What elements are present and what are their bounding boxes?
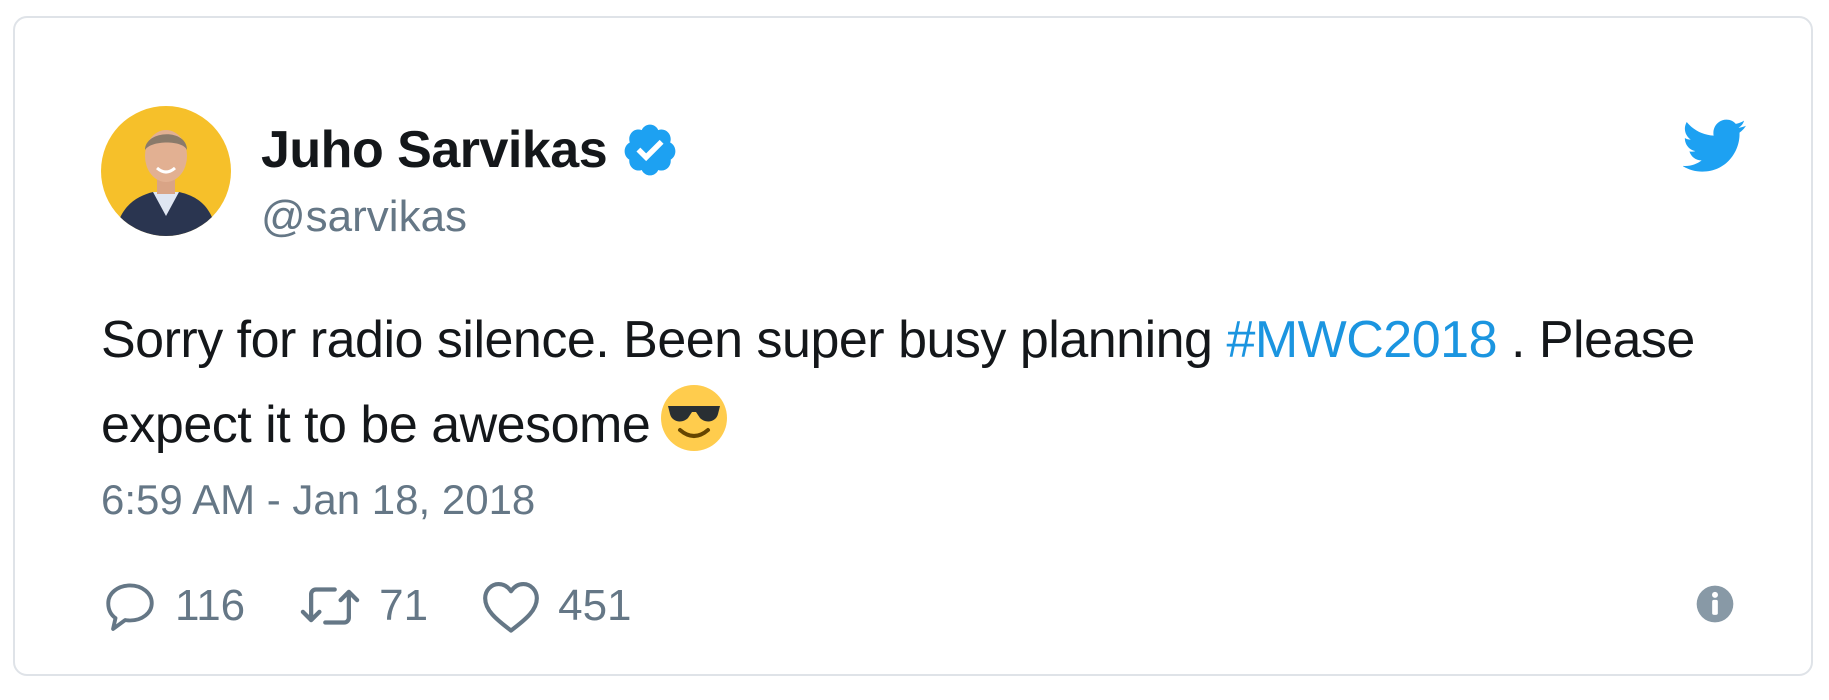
info-icon[interactable]: [1695, 584, 1735, 624]
tweet-timestamp[interactable]: 6:59 AM - Jan 18, 2018: [101, 476, 535, 524]
twitter-bird-icon[interactable]: [1682, 118, 1747, 174]
reply-icon: [106, 583, 154, 631]
retweet-button[interactable]: 71: [297, 577, 428, 635]
hashtag-link[interactable]: #MWC2018: [1226, 311, 1497, 369]
display-name[interactable]: Juho Sarvikas: [261, 120, 608, 180]
tweet-text-before: Sorry for radio silence. Been super busy…: [101, 311, 1227, 369]
sunglasses-emoji-icon: [658, 382, 730, 454]
like-icon: [483, 581, 540, 633]
tweet-card: Juho Sarvikas @sarvikas Sorry for radio …: [13, 16, 1813, 676]
reply-button[interactable]: 116: [101, 577, 245, 635]
tweet-text: Sorry for radio silence. Been super busy…: [101, 298, 1761, 467]
author-name-row: Juho Sarvikas: [261, 118, 679, 182]
author-handle[interactable]: @sarvikas: [261, 192, 467, 242]
retweet-count: 71: [379, 581, 429, 630]
retweet-icon: [300, 587, 360, 625]
tweet-actions: 116 71 451: [101, 574, 684, 638]
reply-count: 116: [175, 581, 246, 630]
like-count: 451: [558, 581, 632, 630]
verified-badge-icon: [621, 121, 679, 179]
like-button[interactable]: 451: [480, 577, 632, 635]
avatar[interactable]: [101, 106, 231, 236]
